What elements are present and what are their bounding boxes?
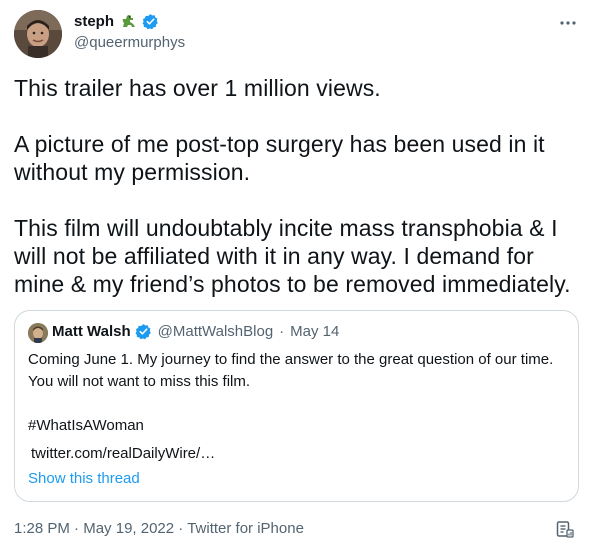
- author-handle[interactable]: @queermurphys: [74, 34, 185, 51]
- quoted-text-line: You will not want to miss this film.: [28, 373, 251, 390]
- quoted-handle[interactable]: @MattWalshBlog: [158, 323, 274, 340]
- tweet-timestamp-row: 1:28 PM · May 19, 2022 · Twitter for iPh…: [14, 520, 304, 537]
- avatar-photo: [14, 10, 62, 58]
- quoted-author-avatar[interactable]: [28, 323, 48, 343]
- author-avatar[interactable]: [14, 10, 62, 58]
- tweet-paragraph: A picture of me post-top surgery has bee…: [14, 131, 545, 185]
- quoted-tweet-card[interactable]: Matt Walsh @MattWalshBlog · May 14 Comin…: [14, 310, 579, 502]
- tweet-source[interactable]: Twitter for iPhone: [187, 520, 304, 537]
- quoted-avatar-photo: [28, 323, 48, 343]
- quoted-text-line: Coming June 1. My journey to find the an…: [28, 351, 554, 368]
- verified-badge-icon: [142, 13, 158, 29]
- footer-separator: ·: [74, 520, 80, 537]
- quoted-name-row: Matt Walsh @MattWalshBlog · May 14: [52, 323, 339, 340]
- author-display-name[interactable]: steph: [74, 13, 114, 30]
- hashtag-link[interactable]: #WhatIsAWoman: [28, 415, 568, 437]
- more-options-icon[interactable]: [558, 14, 578, 32]
- author-name-row[interactable]: steph: [74, 12, 159, 30]
- analytics-icon[interactable]: [556, 520, 574, 538]
- quoted-display-name[interactable]: Matt Walsh: [52, 323, 131, 340]
- tweet-date[interactable]: May 19, 2022: [83, 520, 174, 537]
- tweet-paragraph: This trailer has over 1 million views.: [14, 75, 381, 101]
- tweet-text: This trailer has over 1 million views. A…: [14, 74, 580, 298]
- footer-separator: ·: [178, 520, 184, 537]
- tweet-paragraph: This film will undoubtably incite mass t…: [14, 215, 571, 297]
- show-thread-link[interactable]: Show this thread: [28, 470, 140, 487]
- quoted-separator: ·: [279, 323, 285, 340]
- quoted-date[interactable]: May 14: [290, 323, 339, 340]
- dinosaur-emoji-icon: [122, 15, 136, 27]
- quoted-text: Coming June 1. My journey to find the an…: [28, 349, 568, 437]
- tweet-time[interactable]: 1:28 PM: [14, 520, 70, 537]
- verified-badge-icon: [135, 324, 151, 340]
- quoted-url-link[interactable]: twitter.com/realDailyWire/…: [31, 445, 215, 462]
